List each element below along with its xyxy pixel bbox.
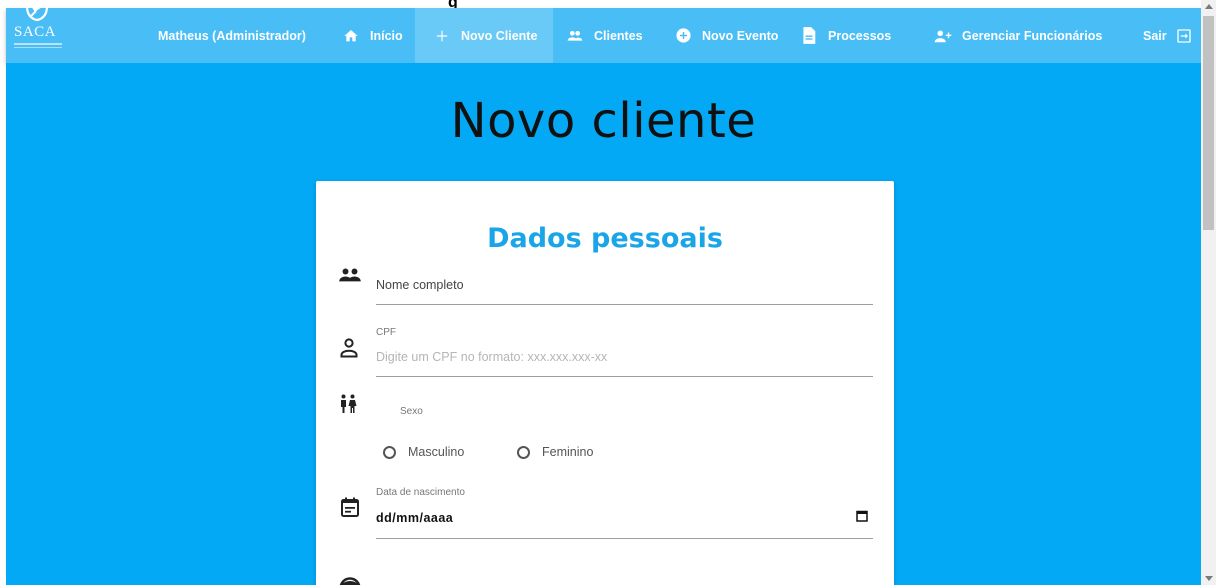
browser-top-strip: g <box>0 0 1216 11</box>
scroll-thumb[interactable] <box>1203 16 1214 230</box>
face-icon <box>339 577 363 585</box>
user-menu[interactable]: Matheus (Administrador) <box>158 8 306 63</box>
saca-logo[interactable]: SACA <box>12 2 64 60</box>
scroll-up-arrow-icon[interactable] <box>1205 4 1213 9</box>
event-note-icon <box>341 497 365 521</box>
new-client-form-card: Dados pessoais Nome completo CPF Digite … <box>316 181 894 585</box>
person-outline-icon <box>340 338 364 362</box>
user-label: Matheus (Administrador) <box>158 28 306 43</box>
radio-masculino-label: Masculino <box>408 445 465 459</box>
radio-feminino-circle[interactable] <box>517 445 530 459</box>
nav-inicio-label: Início <box>370 28 403 43</box>
section-title: Dados pessoais <box>487 223 723 254</box>
page-scrollbar[interactable] <box>1201 0 1216 585</box>
nascimento-underline <box>376 538 873 539</box>
logo-underline <box>14 43 62 45</box>
nav-novo-cliente-label: Novo Cliente <box>461 28 538 43</box>
home-icon <box>342 27 360 45</box>
radio-feminino-label: Feminino <box>542 445 594 459</box>
nav-novo-evento[interactable]: Novo Evento <box>674 8 778 63</box>
document-icon <box>800 27 818 45</box>
main-content: Novo cliente Dados pessoais Nome complet… <box>6 63 1201 585</box>
nascimento-label: Data de nascimento <box>376 487 465 498</box>
nav-processos[interactable]: Processos <box>800 8 891 63</box>
calendar-icon[interactable] <box>856 509 870 523</box>
gavel-emblem-icon <box>25 3 49 22</box>
sexo-label: Sexo <box>400 406 423 417</box>
person-add-icon <box>934 27 952 45</box>
navbar: SACA Matheus (Administrador) Início Novo… <box>6 3 1203 63</box>
add-circle-icon <box>674 27 692 45</box>
nav-sair[interactable]: Sair <box>1143 8 1203 63</box>
cpf-underline <box>376 376 873 377</box>
nome-completo-underline <box>376 304 873 305</box>
nav-novo-evento-label: Novo Evento <box>702 28 779 43</box>
logo-text: SACA <box>14 24 57 40</box>
exit-icon <box>1175 27 1193 45</box>
nav-novo-cliente[interactable]: Novo Cliente <box>415 8 553 63</box>
nav-clientes[interactable]: Clientes <box>566 8 643 63</box>
nome-completo-input[interactable]: Nome completo <box>376 278 464 292</box>
nav-gerenciar-funcionarios[interactable]: Gerenciar Funcionários <box>934 8 1102 63</box>
radio-masculino[interactable]: Masculino <box>383 445 464 459</box>
plus-icon <box>433 27 451 45</box>
scroll-down-arrow-icon[interactable] <box>1205 576 1213 581</box>
cpf-input[interactable]: Digite um CPF no formato: xxx.xxx.xxx-xx <box>376 350 607 364</box>
radio-feminino[interactable]: Feminino <box>517 445 593 459</box>
wc-icon <box>339 394 363 418</box>
page-title: Novo cliente <box>450 93 757 149</box>
nav-gerenciar-label: Gerenciar Funcionários <box>962 28 1103 43</box>
radio-masculino-circle[interactable] <box>383 445 396 459</box>
cpf-label: CPF <box>376 327 396 338</box>
people-icon <box>566 27 584 45</box>
nav-inicio[interactable]: Início <box>342 8 403 63</box>
nav-sair-label: Sair <box>1143 28 1167 43</box>
nav-clientes-label: Clientes <box>594 28 643 43</box>
logo-underline-2 <box>14 47 62 48</box>
group-icon <box>339 267 363 291</box>
nascimento-input[interactable]: dd/mm/aaaa <box>376 511 453 525</box>
nav-processos-label: Processos <box>828 28 892 43</box>
